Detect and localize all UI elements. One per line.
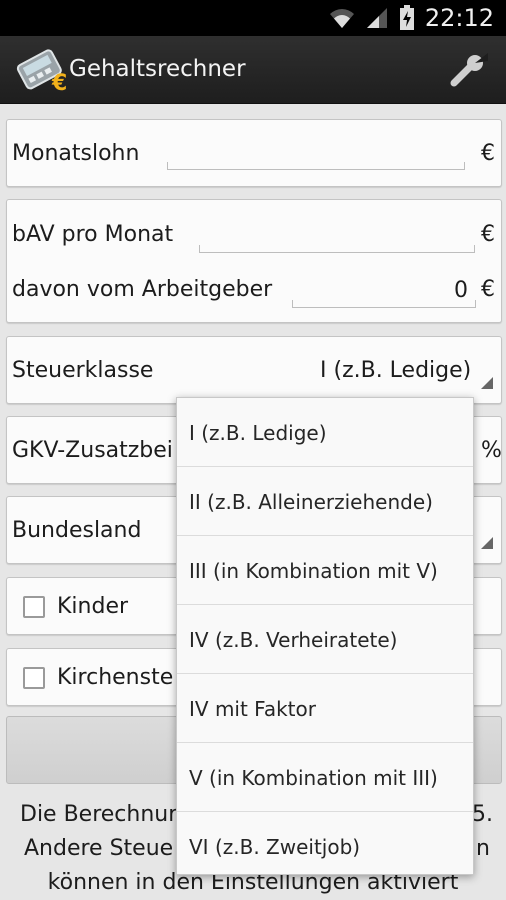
- steuerklasse-spinner-value[interactable]: I (z.B. Ledige): [320, 358, 471, 383]
- bav-card: bAV pro Monat € davon vom Arbeitgeber 0 …: [6, 199, 502, 323]
- app-title: Gehaltsrechner: [69, 56, 246, 82]
- dropdown-option[interactable]: V (in Kombination mit III): [177, 743, 473, 812]
- svg-text:€: €: [51, 71, 66, 93]
- arbeitgeber-unit: €: [481, 277, 495, 302]
- info-line2-right: n: [476, 836, 490, 861]
- dropdown-option[interactable]: II (z.B. Alleinerziehende): [177, 467, 473, 536]
- dropdown-option[interactable]: VI (z.B. Zweitjob): [177, 812, 473, 874]
- dropdown-option[interactable]: III (in Kombination mit V): [177, 536, 473, 605]
- wifi-icon: [329, 9, 354, 28]
- info-line1-left: Die Berechnur: [20, 802, 178, 827]
- info-line2-left: Andere Steue: [24, 836, 174, 861]
- monatslohn-card: Monatslohn €: [6, 119, 502, 187]
- bav-input[interactable]: [199, 217, 475, 253]
- kirchensteuer-checkbox[interactable]: [23, 667, 45, 689]
- status-time: 22:12: [424, 4, 494, 32]
- monatslohn-input[interactable]: [167, 134, 465, 170]
- arbeitgeber-input[interactable]: 0: [292, 272, 476, 308]
- kirchensteuer-label: Kirchenste: [57, 665, 174, 690]
- gkv-unit: %: [481, 438, 502, 463]
- battery-charging-icon: [399, 5, 414, 30]
- wrench-settings-icon[interactable]: [448, 53, 488, 87]
- spinner-caret-icon: [481, 537, 493, 549]
- dropdown-option[interactable]: IV (z.B. Verheiratete): [177, 605, 473, 674]
- calculator-euro-icon[interactable]: €: [16, 47, 66, 93]
- dropdown-option[interactable]: I (z.B. Ledige): [177, 398, 473, 467]
- gkv-label: GKV-Zusatzbei: [12, 438, 173, 463]
- dropdown-option[interactable]: IV mit Faktor: [177, 674, 473, 743]
- spinner-caret-icon: [481, 377, 493, 389]
- monatslohn-label: Monatslohn: [12, 141, 140, 166]
- bav-label: bAV pro Monat: [12, 222, 174, 247]
- action-bar: € Gehaltsrechner: [0, 36, 506, 104]
- steuerklasse-card[interactable]: Steuerklasse I (z.B. Ledige): [6, 336, 502, 404]
- steuerklasse-label: Steuerklasse: [12, 358, 154, 383]
- status-bar: 22:12: [0, 0, 506, 36]
- bundesland-label: Bundesland: [12, 518, 142, 543]
- steuerklasse-dropdown: I (z.B. Ledige) II (z.B. Alleinerziehend…: [176, 397, 474, 875]
- kinder-checkbox[interactable]: [23, 596, 45, 618]
- signal-icon: [366, 8, 387, 28]
- kinder-label: Kinder: [57, 594, 129, 619]
- monatslohn-unit: €: [481, 141, 495, 166]
- info-line1-right: 5.: [472, 802, 493, 827]
- bav-unit: €: [481, 222, 495, 247]
- arbeitgeber-label: davon vom Arbeitgeber: [12, 277, 273, 302]
